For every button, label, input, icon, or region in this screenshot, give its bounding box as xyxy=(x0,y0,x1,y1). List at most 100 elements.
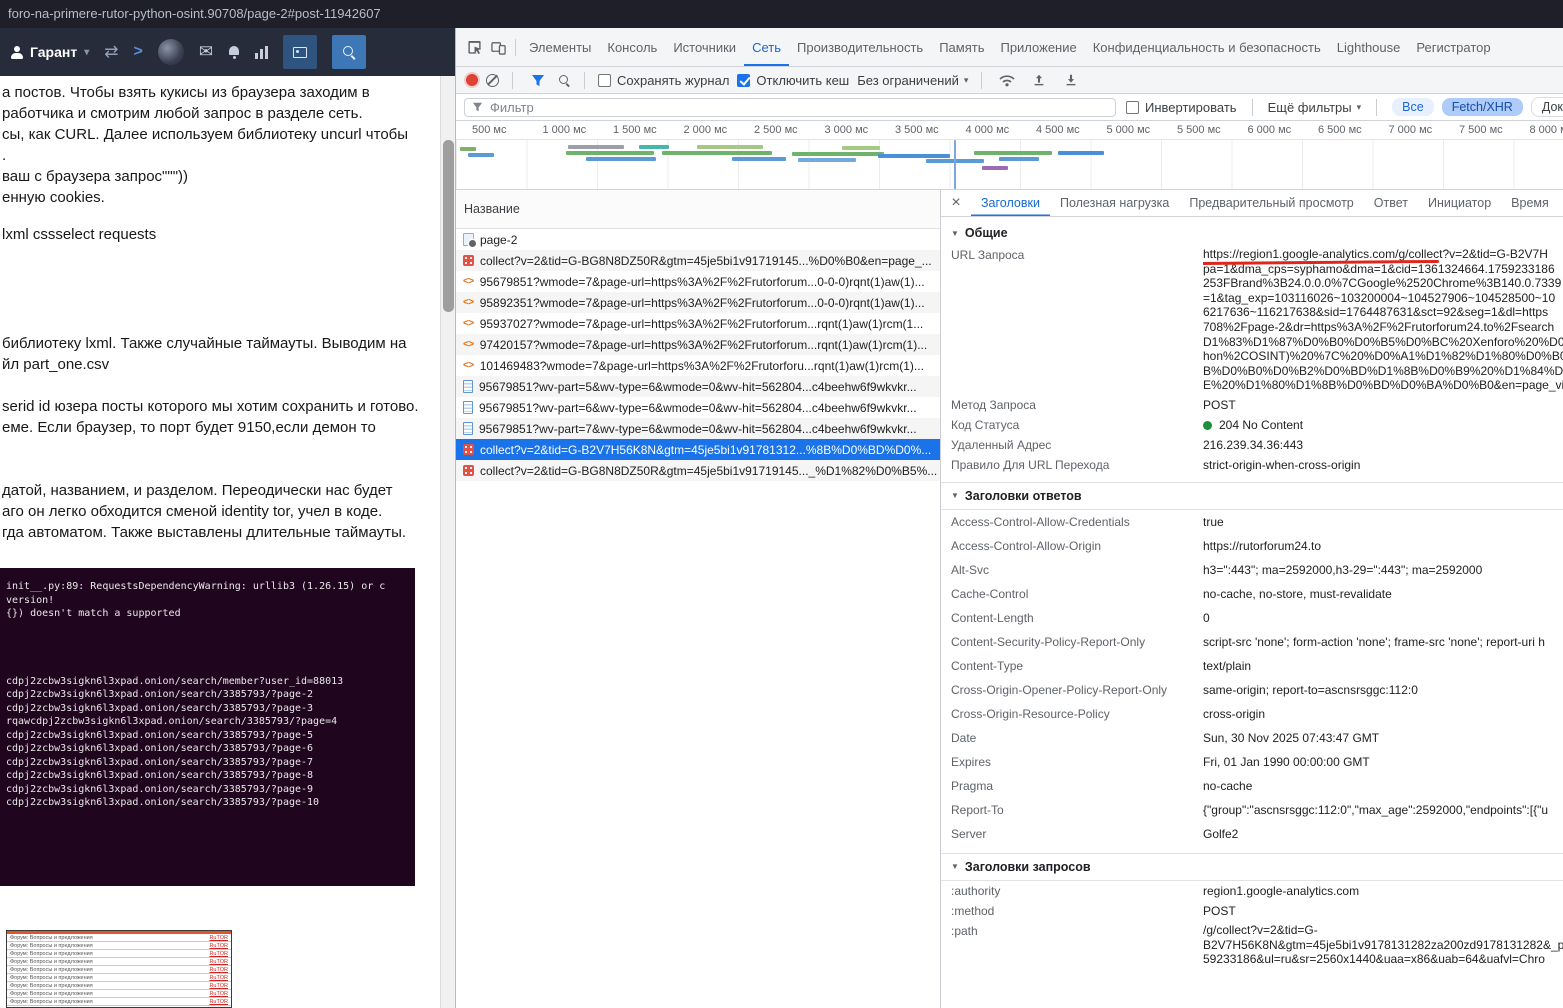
devtools-tab[interactable]: Производительность xyxy=(789,28,931,67)
header-name: Код Статуса xyxy=(951,417,1203,433)
network-request-row[interactable]: collect?v=2&tid=G-B2V7H56K8N&gtm=45je5bi… xyxy=(456,439,940,460)
header-value: true xyxy=(1203,514,1563,530)
timeline-bar xyxy=(842,146,880,150)
network-request-row[interactable]: <>95937027?wmode=7&page-url=https%3A%2F%… xyxy=(456,313,940,334)
header-row: Content-Typetext/plain xyxy=(941,654,1563,678)
section-request-headers[interactable]: ▼ Заголовки запросов xyxy=(941,853,1563,881)
import-har-icon[interactable] xyxy=(1027,68,1051,92)
header-value-line: hon%2COSINT)%20%7C%20%D0%A1%D1%82%D1%80%… xyxy=(1203,349,1563,364)
devtools-tab[interactable]: Сеть xyxy=(744,28,789,67)
details-tab[interactable]: Время xyxy=(1501,190,1559,217)
network-request-row[interactable]: <>95892351?wmode=7&page-url=https%3A%2F%… xyxy=(456,292,940,313)
more-filters-select[interactable]: Ещё фильтры ▾ xyxy=(1268,100,1362,115)
avatar[interactable] xyxy=(158,39,184,65)
header-row: Метод ЗапросаPOST xyxy=(941,395,1563,415)
swap-arrows-icon[interactable]: ⇄ xyxy=(104,42,118,62)
bell-icon[interactable] xyxy=(228,46,240,58)
mini-table-text: Форум: Вопросы и предложения xyxy=(10,959,93,965)
xhr-data-icon xyxy=(463,444,474,455)
document-icon xyxy=(463,401,473,414)
article-line: енную cookies. xyxy=(2,187,436,208)
devtools-tab[interactable]: Приложение xyxy=(992,28,1084,67)
chevron-right-icon[interactable]: > xyxy=(133,43,142,61)
network-request-row[interactable]: <>101469483?wmode=7&page-url=https%3A%2F… xyxy=(456,355,940,376)
garant-menu[interactable]: Гарант ▾ xyxy=(10,44,89,60)
filter-chip[interactable]: Fetch/XHR xyxy=(1442,98,1523,116)
mini-table-text: Форум: Вопросы и предложения xyxy=(10,999,93,1005)
timeline-label: 6 500 мс xyxy=(1318,124,1362,136)
scrollbar-thumb[interactable] xyxy=(443,140,454,312)
header-row: Report-To{"group":"ascnsrsggc:112:0","ma… xyxy=(941,798,1563,822)
devtools-tab[interactable]: Регистратор xyxy=(1408,28,1498,67)
header-row: Правило Для URL Переходаstrict-origin-wh… xyxy=(941,455,1563,475)
export-har-icon[interactable] xyxy=(1059,68,1083,92)
clear-icon[interactable] xyxy=(486,74,499,87)
status-dot-icon xyxy=(1203,421,1212,430)
checkbox-unchecked-icon xyxy=(598,74,611,87)
divider xyxy=(512,72,513,89)
network-request-row[interactable]: 95679851?wv-part=7&wv-type=6&wmode=0&wv-… xyxy=(456,418,940,439)
network-overview[interactable]: 500 мс1 000 мс1 500 мс2 000 мс2 500 мс3 … xyxy=(456,121,1563,190)
search-icon[interactable] xyxy=(558,74,571,87)
devtools-tab[interactable]: Конфиденциальность и безопасность xyxy=(1085,28,1329,67)
column-header-name[interactable]: Название xyxy=(456,190,940,229)
details-tab[interactable]: Предварительный просмотр xyxy=(1179,190,1363,217)
code-file-icon: <> xyxy=(463,360,474,371)
inspect-element-icon[interactable] xyxy=(462,35,486,59)
filter-chip[interactable]: Документ xyxy=(1531,97,1563,117)
network-request-row[interactable]: collect?v=2&tid=G-BG8N8DZ50R&gtm=45je5bi… xyxy=(456,460,940,481)
network-request-row[interactable]: <>97420157?wmode=7&page-url=https%3A%2F%… xyxy=(456,334,940,355)
network-conditions-icon[interactable] xyxy=(995,68,1019,92)
page-scrollbar[interactable] xyxy=(440,76,455,1008)
header-value: script-src 'none'; form-action 'none'; f… xyxy=(1203,634,1563,650)
mail-icon[interactable]: ✉ xyxy=(199,42,213,62)
mini-table-row: Форум: Вопросы и предложенияRuTOR xyxy=(7,982,231,990)
section-response-headers[interactable]: ▼ Заголовки ответов xyxy=(941,482,1563,510)
header-value-line: 253FBrand%3B24.0.0.0%7CGoogle%2520Chrome… xyxy=(1203,276,1563,291)
header-row: Удаленный Адрес216.239.34.36:443 xyxy=(941,435,1563,455)
header-value: https://region1.google-analytics.com/g/c… xyxy=(1203,247,1563,393)
device-toolbar-icon[interactable] xyxy=(486,35,510,59)
devtools-tab[interactable]: Lighthouse xyxy=(1329,28,1409,67)
details-tab[interactable]: Заголовки xyxy=(971,190,1050,217)
network-request-row[interactable]: 95679851?wv-part=6&wv-type=6&wmode=0&wv-… xyxy=(456,397,940,418)
record-button[interactable] xyxy=(466,74,478,86)
filter-chip[interactable]: Все xyxy=(1392,98,1434,116)
search-button[interactable] xyxy=(332,35,366,69)
disable-cache-toggle[interactable]: Отключить кеш xyxy=(737,73,849,88)
gallery-button[interactable] xyxy=(283,35,317,69)
terminal-line xyxy=(6,621,409,635)
header-row: Alt-Svch3=":443"; ma=2592000,h3-29=":443… xyxy=(941,558,1563,582)
network-request-row[interactable]: <>95679851?wmode=7&page-url=https%3A%2F%… xyxy=(456,271,940,292)
preserve-log-toggle[interactable]: Сохранять журнал xyxy=(598,73,729,88)
invert-filter-toggle[interactable]: Инвертировать xyxy=(1126,100,1237,115)
network-request-row[interactable]: collect?v=2&tid=G-BG8N8DZ50R&gtm=45je5bi… xyxy=(456,250,940,271)
header-name: Content-Type xyxy=(951,658,1203,674)
details-tab[interactable]: Инициатор xyxy=(1418,190,1501,217)
filter-input[interactable]: Фильтр xyxy=(464,98,1116,117)
filter-chips: Все Fetch/XHR Документ xyxy=(1392,97,1563,117)
article-paragraph: serid id юзера посты которого мы хотим с… xyxy=(2,396,436,438)
devtools-tab[interactable]: Источники xyxy=(665,28,744,67)
close-icon[interactable]: × xyxy=(941,194,971,212)
header-name: Cross-Origin-Resource-Policy xyxy=(951,706,1203,722)
terminal-line xyxy=(6,661,409,675)
throttling-select[interactable]: Без ограничений ▾ xyxy=(857,73,968,88)
devtools-tab[interactable]: Консоль xyxy=(599,28,665,67)
network-request-row[interactable]: 95679851?wv-part=5&wv-type=6&wmode=0&wv-… xyxy=(456,376,940,397)
header-name: Правило Для URL Перехода xyxy=(951,457,1203,473)
section-title: Заголовки запросов xyxy=(965,860,1091,874)
devtools-tab[interactable]: Память xyxy=(931,28,992,67)
network-request-row[interactable]: page-2 xyxy=(456,229,940,250)
section-general[interactable]: ▼ Общие xyxy=(941,217,1563,245)
terminal-line: cdpj2zcbw3sigkn6l3xpad.onion/search/3385… xyxy=(6,769,409,783)
timeline-labels: 500 мс1 000 мс1 500 мс2 000 мс2 500 мс3 … xyxy=(456,121,1563,140)
devtools-tab[interactable]: Элементы xyxy=(521,28,599,67)
stats-icon[interactable] xyxy=(255,46,268,59)
filter-toggle-icon[interactable] xyxy=(526,68,550,92)
details-tab[interactable]: Ответ xyxy=(1364,190,1418,217)
details-tab[interactable]: Полезная нагрузка xyxy=(1050,190,1179,217)
search-icon xyxy=(342,45,356,59)
xhr-data-icon xyxy=(463,255,474,266)
header-value-line: https://region1.google-analytics.com/g/c… xyxy=(1203,247,1563,262)
